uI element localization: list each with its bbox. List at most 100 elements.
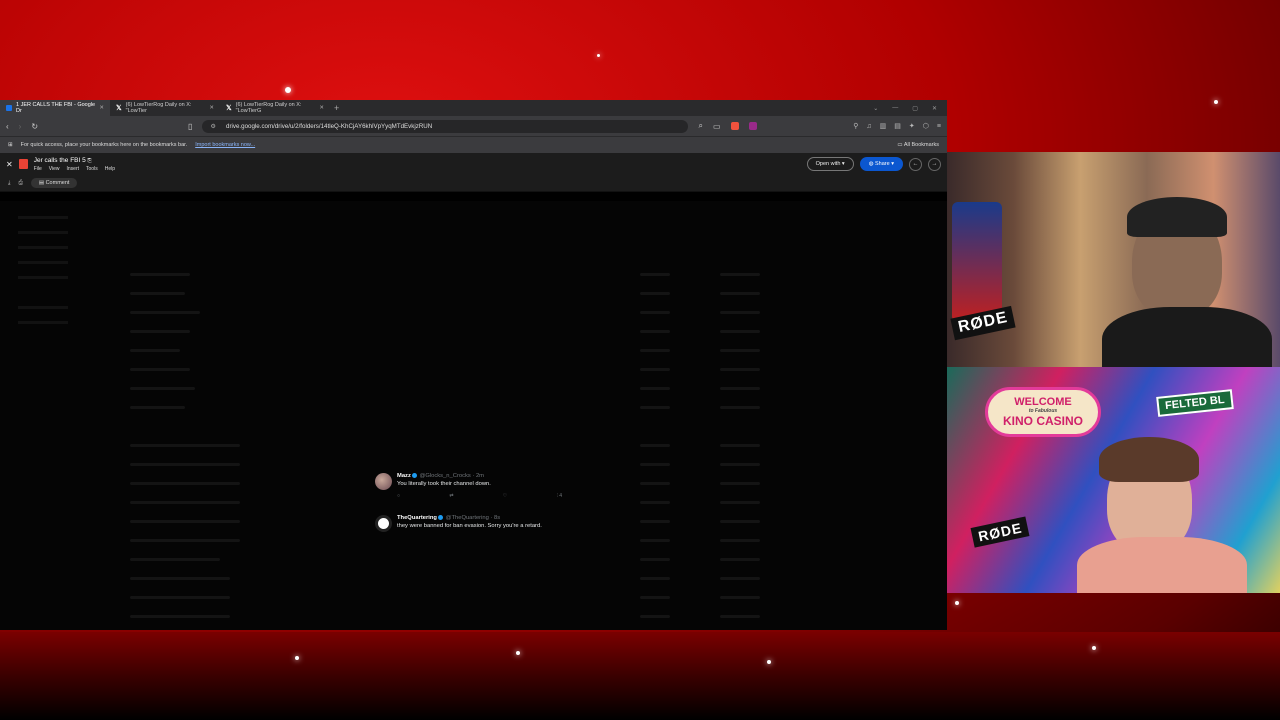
author-name: Mazz (397, 473, 411, 480)
close-icon[interactable]: ✕ (209, 105, 214, 111)
comment-button[interactable]: ▤ Comment (30, 178, 78, 188)
menu-item-help[interactable]: Help (105, 166, 115, 172)
tab-title: (6) LowTierRog Daily on X: "LowTier (125, 102, 192, 114)
bookmark-icon[interactable]: ▯ (188, 122, 192, 131)
spark-decoration (1214, 100, 1218, 104)
tab-x-post[interactable]: 𝕏 (6) LowTierRog Daily on X: "LowTierG ✕ (220, 100, 330, 116)
new-tab-button[interactable]: + (330, 103, 343, 113)
ghost-sidebar-item (18, 231, 68, 234)
move-icon[interactable]: ⎘ (88, 158, 92, 164)
forward-icon[interactable]: › (19, 122, 22, 131)
ghost-sidebar-item (18, 276, 68, 279)
tweet-reply: Mazz @Glocks_n_Crocks · 2m You literally… (375, 473, 575, 513)
webcam-bottom: WELCOME to Fabulous KINO CASINO FELTED B… (947, 367, 1280, 593)
close-icon[interactable]: ✕ (319, 105, 324, 111)
ghost-sidebar-item (18, 321, 68, 324)
all-bookmarks-button[interactable]: ▭ All Bookmarks (897, 142, 939, 148)
webcam-top: RØDE (947, 152, 1280, 367)
ghost-file-row (110, 404, 920, 412)
browser-toolbar: ‹ › ↻ ▯ ⚙ drive.google.com/drive/u/2/fol… (0, 116, 947, 136)
open-with-button[interactable]: Open with ▾ (806, 157, 854, 171)
window-controls: ⌄ — ▢ ✕ (873, 105, 947, 112)
import-bookmarks-link[interactable]: Import bookmarks now... (195, 142, 255, 148)
reply-icon: ○ (397, 493, 401, 500)
ghost-file-row (110, 385, 920, 393)
sign-name: KINO CASINO (1002, 414, 1083, 428)
ghost-file-row (110, 461, 920, 469)
spark-decoration (1092, 646, 1096, 650)
spark-decoration (767, 660, 771, 664)
tab-x-post[interactable]: 𝕏 (6) LowTierRog Daily on X: "LowTier ✕ (110, 100, 220, 116)
ghost-file-row (110, 556, 920, 564)
like-count: 4 (559, 493, 562, 500)
all-bookmarks-label: All Bookmarks (903, 142, 939, 148)
tab-title: 1 JER CALLS THE FBI - Google Dr (16, 102, 96, 114)
cast-icon[interactable]: ▭ (713, 122, 721, 131)
menu-item-insert[interactable]: Insert (67, 166, 80, 172)
minimize-icon[interactable]: — (892, 105, 898, 112)
spark-decoration (295, 656, 299, 660)
download-icon[interactable]: ⤓ (8, 180, 10, 187)
extension-icon[interactable]: ⚲ (853, 122, 858, 130)
extension-icons: ⚲ ♫ ▥ ▤ ✦ ⬡ ≡ (853, 122, 941, 131)
ghost-sidebar-item (18, 261, 68, 264)
maximize-icon[interactable]: ▢ (912, 105, 918, 112)
guest-shirt (1077, 537, 1247, 593)
dropdown-icon[interactable]: ⌄ (873, 105, 878, 112)
zoom-icon[interactable]: ⌕ (698, 121, 702, 131)
extension-icon[interactable]: ♫ (866, 123, 871, 130)
ghost-file-row (110, 442, 920, 450)
back-icon[interactable]: ‹ (6, 122, 9, 131)
browser-window: 1 JER CALLS THE FBI - Google Dr ✕ 𝕏 (6) … (0, 100, 947, 630)
menu-icon[interactable]: ≡ (937, 123, 941, 130)
sidebar-icon[interactable]: ▥ (880, 122, 887, 130)
ghost-file-row (110, 328, 920, 336)
tweet-reply: TheQuartering @TheQuartering · 8s they w… (375, 515, 575, 539)
extension-icon[interactable]: ✦ (909, 122, 915, 130)
tab-strip: 1 JER CALLS THE FBI - Google Dr ✕ 𝕏 (6) … (0, 100, 947, 116)
menu-item-tools[interactable]: Tools (86, 166, 98, 172)
tweet-author: Mazz @Glocks_n_Crocks · 2m (397, 473, 577, 479)
street-sign: FELTED BL (1156, 389, 1234, 417)
ghost-file-row (110, 366, 920, 374)
tab-title: (6) LowTierRog Daily on X: "LowTierG (235, 102, 302, 114)
streamer-hair (1127, 197, 1227, 237)
previous-icon[interactable]: ← (909, 157, 922, 171)
title-block: Jer calls the FBI 5 ⎘ File View Insert T… (34, 157, 115, 172)
url-text: drive.google.com/drive/u/2/folders/14tle… (226, 122, 433, 130)
author-handle: @Glocks_n_Crocks · 2m (419, 473, 484, 480)
close-window-icon[interactable]: ✕ (932, 105, 937, 112)
casino-sign: WELCOME to Fabulous KINO CASINO (985, 387, 1101, 437)
arcade-cabinet (952, 202, 1002, 322)
print-icon[interactable]: ⎙ (18, 180, 22, 187)
avatar (375, 473, 392, 490)
site-info-icon[interactable]: ⚙ (210, 123, 216, 130)
menu-item-view[interactable]: View (49, 166, 60, 172)
ghost-sidebar-item (18, 216, 68, 219)
reload-icon[interactable]: ↻ (31, 122, 38, 131)
brave-shield-icon[interactable] (730, 122, 739, 130)
tweet-text: You literally took their channel down. (397, 481, 491, 488)
ghost-file-row (110, 290, 920, 298)
spark-decoration (285, 87, 291, 93)
next-icon[interactable]: → (928, 157, 941, 171)
ghost-file-row (110, 575, 920, 583)
share-button[interactable]: ◍ Share ▾ (859, 157, 903, 171)
file-title: Jer calls the FBI 5 (33, 156, 86, 164)
verified-badge-icon (411, 473, 417, 478)
close-icon[interactable]: ✕ (6, 160, 13, 169)
extensions-icon[interactable]: ⬡ (923, 122, 929, 130)
bookmarks-message: For quick access, place your bookmarks h… (20, 142, 188, 148)
tweet-actions: ○ ⇄ ♡ ⫶ 4 (397, 493, 562, 499)
address-bar[interactable]: ⚙ drive.google.com/drive/u/2/folders/14t… (202, 119, 689, 133)
microphone-brand: RØDE (970, 516, 1030, 548)
ghost-file-row (110, 613, 920, 621)
close-icon[interactable]: ✕ (99, 105, 104, 111)
guest-hair (1099, 437, 1199, 482)
menu-item-file[interactable]: File (34, 166, 42, 172)
apps-icon[interactable]: ⊞ (8, 142, 13, 148)
brave-rewards-icon[interactable] (748, 122, 757, 130)
bookmarks-bar: ⊞ For quick access, place your bookmarks… (0, 136, 947, 153)
extension-icon[interactable]: ▤ (894, 122, 901, 130)
tab-google-drive[interactable]: 1 JER CALLS THE FBI - Google Dr ✕ (0, 100, 110, 116)
